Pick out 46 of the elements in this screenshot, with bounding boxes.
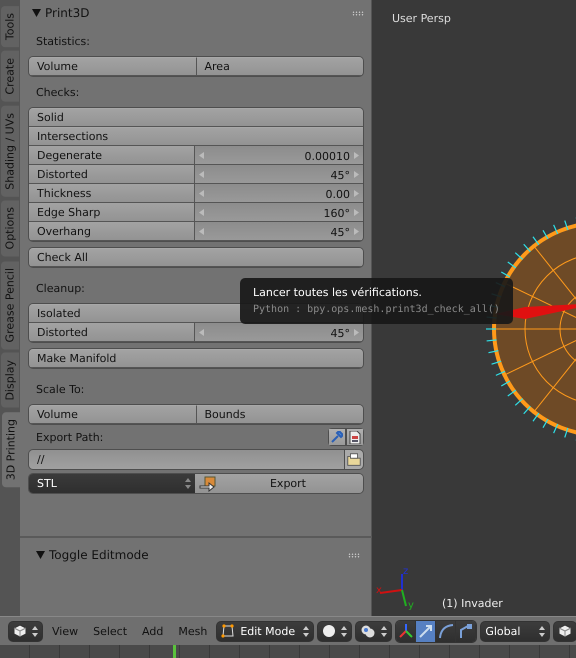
- action-button[interactable]: Solid: [29, 108, 363, 127]
- tooltip-text: Lancer toutes les vérifications.: [253, 286, 423, 299]
- tool-tab[interactable]: Shading / UVs: [1, 106, 19, 196]
- action-button[interactable]: Make Manifold: [29, 349, 363, 368]
- menu-item[interactable]: Mesh: [172, 624, 214, 638]
- object-label: (1) Invader: [442, 597, 503, 610]
- action-button[interactable]: Check All: [29, 248, 363, 267]
- menu-item[interactable]: Select: [87, 624, 134, 638]
- field-label: Degenerate: [29, 146, 195, 165]
- menu-item[interactable]: Add: [136, 624, 170, 638]
- section-heading: Checks:: [36, 86, 80, 98]
- field-label: Distorted: [29, 323, 195, 342]
- number-field[interactable]: 45°: [195, 165, 363, 184]
- tool-tab[interactable]: Options: [1, 200, 19, 257]
- action-button[interactable]: Intersections: [29, 127, 363, 146]
- number-field[interactable]: 160°: [195, 203, 363, 222]
- field-label: Distorted: [29, 165, 195, 184]
- number-field[interactable]: 45°: [195, 222, 363, 241]
- orientation-dropdown[interactable]: Global: [480, 620, 550, 642]
- tool-tab[interactable]: Display: [1, 353, 19, 408]
- section-heading: Cleanup:: [36, 282, 85, 294]
- panel-title: Toggle Editmode: [49, 548, 149, 562]
- field-label: Thickness: [29, 184, 195, 203]
- number-field[interactable]: 0.00010: [195, 146, 363, 165]
- panel-title: Print3D: [45, 6, 90, 20]
- stat-button[interactable]: Bounds: [196, 405, 363, 424]
- stat-button[interactable]: Area: [196, 57, 363, 76]
- number-field[interactable]: 0.00: [195, 184, 363, 203]
- field-label: Edge Sharp: [29, 203, 195, 222]
- stat-button[interactable]: Volume: [29, 405, 196, 424]
- number-field[interactable]: 45°: [195, 323, 363, 342]
- mode-dropdown[interactable]: Edit Mode: [216, 620, 314, 642]
- section-heading: Scale To:: [36, 382, 84, 396]
- path-field[interactable]: //: [28, 449, 344, 470]
- tool-tab[interactable]: Create: [1, 51, 19, 102]
- field-label: Overhang: [29, 222, 195, 241]
- stat-button[interactable]: Volume: [29, 57, 196, 76]
- menu-item[interactable]: View: [46, 624, 84, 638]
- tool-tab[interactable]: 3D Printing: [2, 412, 20, 488]
- field-label: Export Path:: [36, 430, 104, 444]
- format-dropdown[interactable]: STL: [29, 474, 195, 493]
- export-button[interactable]: Export: [195, 474, 363, 493]
- view-label: User Persp: [392, 12, 451, 25]
- tool-tab[interactable]: Grease Pencil: [1, 260, 19, 350]
- tool-tab[interactable]: Tools: [1, 6, 19, 48]
- section-heading: Statistics:: [36, 34, 90, 48]
